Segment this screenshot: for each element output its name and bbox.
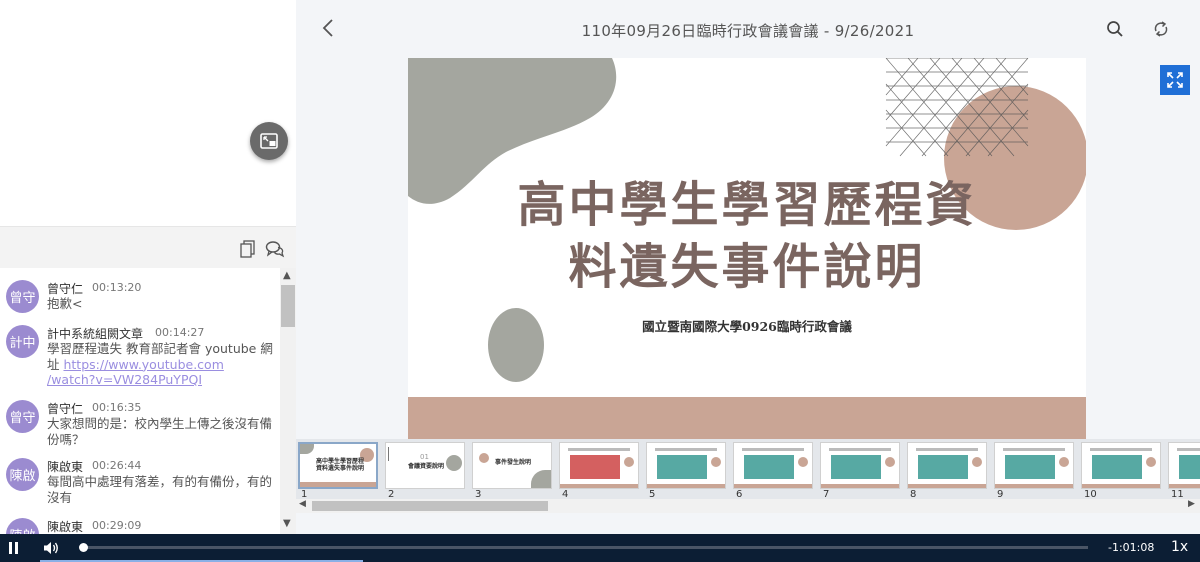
current-slide: 高中學生學習歷程資 料遺失事件說明 國立暨南國際大學0926臨時行政會議 bbox=[408, 58, 1086, 439]
thumbnail-scrollbar[interactable]: ◀ ▶ bbox=[296, 499, 1200, 513]
recording-viewer: 曾守 曾守仁 00:13:20 抱歉< 計中 計中系統組闕文章 00:14:27… bbox=[0, 0, 1200, 562]
message-time: 00:13:20 bbox=[92, 281, 142, 294]
avatar: 計中 bbox=[6, 325, 39, 358]
slide-thumbnail[interactable] bbox=[907, 442, 987, 489]
copy-icon[interactable] bbox=[238, 239, 258, 259]
scroll-right-icon[interactable]: ▶ bbox=[1188, 499, 1195, 509]
thumbnail-number: 9 bbox=[997, 489, 1004, 499]
message-text: 每間高中處理有落差，有的有備份，有的沒有 bbox=[47, 474, 273, 505]
message-text: 抱歉< bbox=[47, 296, 83, 311]
playback-speed-button[interactable]: 1x bbox=[1171, 539, 1188, 555]
slide-thumbnail[interactable]: 事件發生說明 bbox=[472, 442, 552, 489]
thumbnail-number: 10 bbox=[1084, 489, 1097, 499]
scrollbar-thumb[interactable] bbox=[312, 501, 548, 511]
thumbnail-label: 會議資要說明 bbox=[407, 463, 444, 470]
scrollbar-thumb[interactable] bbox=[281, 285, 295, 327]
slide-thumbnail[interactable] bbox=[559, 442, 639, 489]
slide-title-line-1: 高中學生學習歷程資 bbox=[517, 177, 977, 233]
thumbnail-number: 2 bbox=[388, 489, 395, 499]
chat-toolbar bbox=[0, 226, 296, 268]
youtube-link[interactable]: https://www.youtube.com/watch?v=VW284PuY… bbox=[47, 357, 224, 388]
slide-title: 高中學生學習歷程資 料遺失事件說明 bbox=[408, 174, 1086, 298]
slide-title-line-2: 料遺失事件說明 bbox=[568, 239, 926, 295]
thumbnail-number: 5 bbox=[649, 489, 656, 499]
scroll-down-icon[interactable]: ▼ bbox=[283, 518, 291, 529]
slide-thumbnail-strip: 高中學生學習歷程資料遺失事件說明 1 01 會議資要說明 2 事件發生說明 3 4 5 6 7 8 9 1… bbox=[296, 439, 1200, 499]
avatar: 曾守 bbox=[6, 280, 39, 313]
message-time: 00:14:27 bbox=[155, 326, 205, 339]
thumbnail-number: 11 bbox=[1171, 489, 1184, 499]
chat-bubbles-icon[interactable] bbox=[265, 239, 285, 259]
chat-scrollbar[interactable]: ▲ ▼ bbox=[280, 268, 296, 534]
thumbnail-number: 1 bbox=[301, 489, 308, 499]
sender-name: 曾守仁 bbox=[47, 402, 84, 416]
slide-subtitle: 國立暨南國際大學0926臨時行政會議 bbox=[642, 319, 852, 334]
thumbnail-label: 事件發生說明 bbox=[494, 459, 531, 466]
video-area bbox=[0, 0, 296, 226]
search-icon[interactable] bbox=[1106, 20, 1124, 42]
link-line-2: /watch?v=VW284PuYPQI bbox=[47, 372, 203, 387]
remaining-time: -1:01:08 bbox=[1108, 541, 1155, 554]
slide-thumbnail[interactable]: 01 會議資要說明 bbox=[385, 442, 465, 489]
rotate-icon[interactable] bbox=[1152, 20, 1170, 42]
scroll-up-icon[interactable]: ▲ bbox=[283, 270, 291, 281]
slide-thumbnail[interactable] bbox=[733, 442, 813, 489]
avatar: 陳啟 bbox=[6, 518, 39, 534]
slide-thumbnail[interactable]: 高中學生學習歷程資料遺失事件說明 bbox=[298, 442, 378, 489]
thumbnail-number: 7 bbox=[823, 489, 830, 499]
slide-bottom-band bbox=[408, 397, 1086, 439]
sender-name: 陳啟東 bbox=[47, 520, 84, 534]
message-text: 學習歷程遺失 教育部記者會 youtube 網址 https://www.you… bbox=[47, 341, 277, 388]
slide-thumbnail[interactable] bbox=[820, 442, 900, 489]
left-panel: 曾守 曾守仁 00:13:20 抱歉< 計中 計中系統組闕文章 00:14:27… bbox=[0, 0, 296, 534]
sender-name: 計中系統組闕文章 bbox=[47, 327, 144, 341]
slide-thumbnail[interactable] bbox=[646, 442, 726, 489]
meeting-title: 110年09月26日臨時行政會議會議 - 9/26/2021 bbox=[581, 22, 915, 40]
thumbnail-number: 3 bbox=[475, 489, 482, 499]
message-time: 00:16:35 bbox=[92, 401, 142, 414]
chat-message-list[interactable]: 曾守 曾守仁 00:13:20 抱歉< 計中 計中系統組闕文章 00:14:27… bbox=[0, 268, 280, 534]
slide-thumbnail[interactable] bbox=[994, 442, 1074, 489]
seek-handle[interactable] bbox=[79, 543, 89, 552]
thumbnail-number: 4 bbox=[562, 489, 569, 499]
scroll-left-icon[interactable]: ◀ bbox=[299, 499, 306, 509]
thumbnail-number: 6 bbox=[736, 489, 743, 499]
link-line-1: https://www.youtube.com bbox=[63, 356, 224, 372]
thumbnail-number: 8 bbox=[910, 489, 917, 499]
seek-bar[interactable] bbox=[79, 543, 1088, 552]
slide-thumbnail[interactable] bbox=[1081, 442, 1161, 489]
message-text: 大家想問的是：校內學生上傳之後沒有備份嗎？ bbox=[47, 416, 273, 447]
sender-name: 曾守仁 bbox=[47, 282, 84, 296]
slide-thumbnail[interactable] bbox=[1168, 442, 1200, 489]
pause-icon[interactable] bbox=[9, 542, 19, 554]
picture-in-picture-icon[interactable] bbox=[250, 122, 288, 160]
presentation-area: 110年09月26日臨時行政會議會議 - 9/26/2021 高中學生學習歷程資… bbox=[296, 0, 1200, 534]
message-time: 00:26:44 bbox=[92, 459, 142, 472]
player-controls: -1:01:08 1x bbox=[0, 534, 1200, 562]
message-time: 00:29:09 bbox=[92, 519, 142, 532]
thumbnail-label: 高中學生學習歷程資料遺失事件說明 bbox=[315, 458, 364, 472]
fullscreen-icon[interactable] bbox=[1160, 65, 1190, 95]
sender-name: 陳啟東 bbox=[47, 460, 84, 474]
volume-icon[interactable] bbox=[42, 540, 60, 560]
avatar: 陳啟 bbox=[6, 458, 39, 491]
avatar: 曾守 bbox=[6, 400, 39, 433]
